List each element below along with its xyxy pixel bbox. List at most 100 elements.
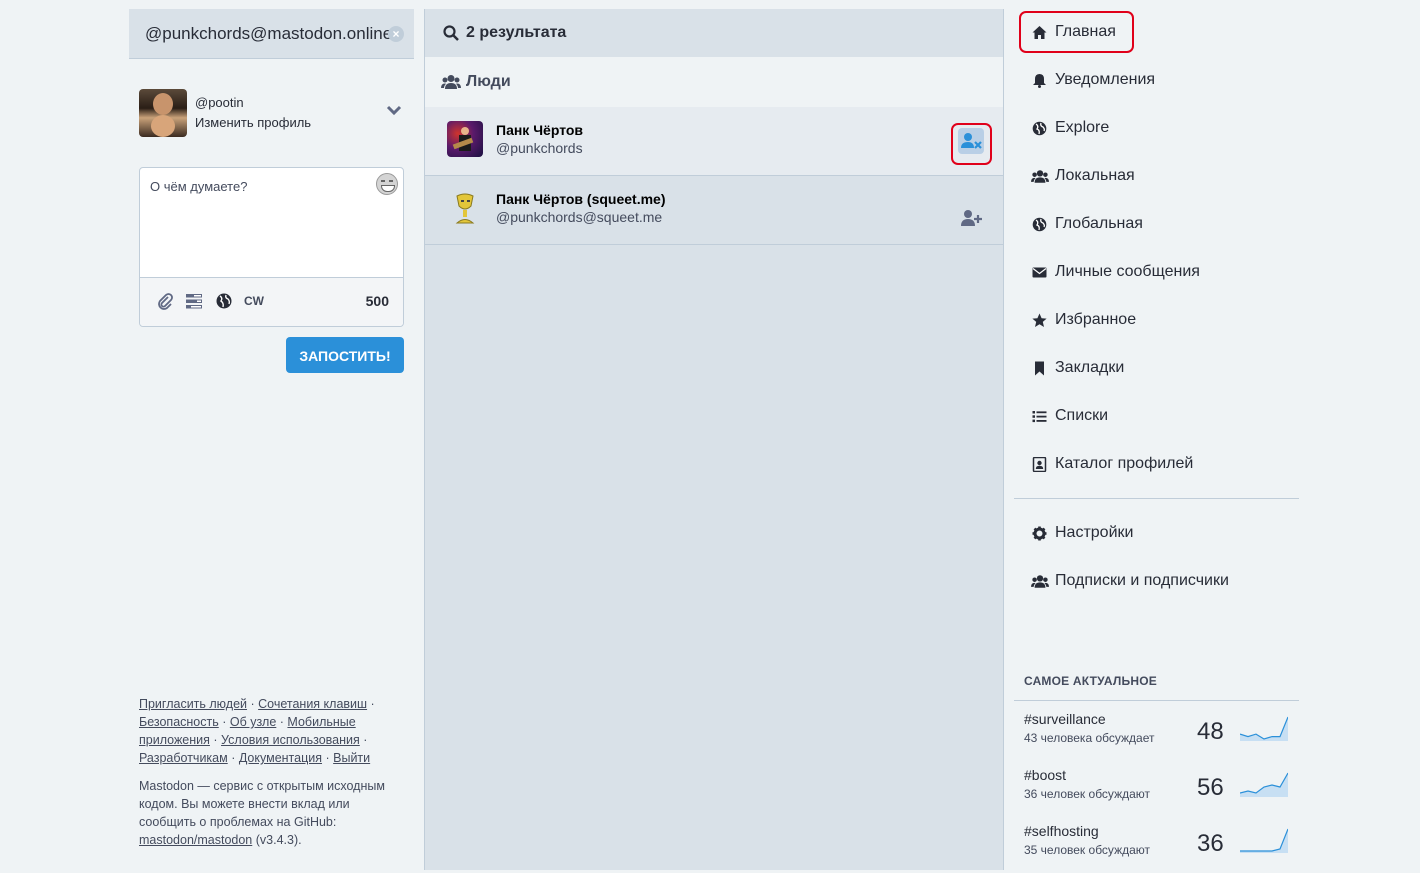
account-avatar[interactable]: [447, 121, 483, 157]
nav-lists[interactable]: Списки: [1022, 400, 1302, 432]
bookmark-icon: [1035, 361, 1044, 376]
account-name[interactable]: Панк Чёртов: [496, 122, 583, 138]
nav-profile-directory[interactable]: Каталог профилей: [1022, 448, 1302, 480]
nav-label: Локальная: [1055, 167, 1135, 184]
nav-favourites[interactable]: Избранное: [1022, 304, 1302, 336]
nav-local[interactable]: Локальная: [1022, 160, 1302, 192]
trend-sparkline: [1240, 716, 1288, 741]
trend-item[interactable]: #selfhosting 35 человек обсуждают 36: [1024, 823, 1304, 873]
nav-explore[interactable]: Explore: [1022, 112, 1302, 144]
nav-label: Уведомления: [1055, 71, 1156, 88]
trend-sparkline: [1240, 772, 1288, 797]
gear-icon: [1032, 526, 1047, 541]
nav-label: Каталог профилей: [1055, 455, 1194, 472]
trend-tag[interactable]: #boost: [1024, 767, 1066, 783]
globe-icon: [1032, 217, 1047, 232]
results-header: 2 результата: [425, 9, 1003, 57]
nav-label: Избранное: [1055, 311, 1137, 328]
people-section-label: Люди: [466, 73, 511, 90]
trend-count: 36: [1197, 830, 1224, 857]
search-box[interactable]: @punkchords@mastodon.online ×: [129, 9, 414, 59]
sparkline-line: [1240, 828, 1288, 852]
footer-link-security[interactable]: Безопасность: [139, 715, 219, 729]
compose-textarea[interactable]: О чём думаете?: [150, 179, 247, 194]
address-book-icon: [1032, 457, 1047, 472]
trend-count: 48: [1197, 718, 1224, 745]
footer-link-docs[interactable]: Документация: [239, 751, 322, 765]
highlight-home: [1019, 11, 1134, 53]
footer-link-terms[interactable]: Условия использования: [221, 733, 360, 747]
compose-toolbar: CW 500: [140, 277, 403, 326]
version-text: (v3.4.3).: [255, 833, 302, 847]
people-section-header: Люди: [425, 57, 1003, 108]
star-icon: [1032, 313, 1047, 327]
users-icon: [1031, 170, 1049, 183]
follow-icon[interactable]: [960, 209, 982, 227]
account-avatar[interactable]: [447, 190, 483, 226]
account-handle: @punkchords@squeet.me: [496, 209, 663, 225]
account-result[interactable]: Панк Чёртов (squeet.me) @punkchords@sque…: [425, 176, 1003, 245]
profile-handle[interactable]: @pootin: [195, 95, 244, 110]
nav-label: Списки: [1055, 407, 1109, 424]
footer-link-invite[interactable]: Пригласить людей: [139, 697, 247, 711]
poll-icon[interactable]: [185, 292, 203, 310]
footer-link-hotkeys[interactable]: Сочетания клавиш: [258, 697, 367, 711]
globe-icon[interactable]: [215, 292, 233, 310]
account-result[interactable]: Панк Чёртов @punkchords: [425, 107, 1003, 176]
emoji-picker-icon[interactable]: [376, 173, 398, 195]
about-text: Mastodon — сервис с открытым исходным ко…: [139, 779, 385, 829]
envelope-icon: [1032, 267, 1047, 278]
users-icon: [441, 75, 461, 89]
account-name[interactable]: Панк Чёртов (squeet.me): [496, 191, 665, 207]
users-icon: [1031, 575, 1049, 588]
search-results-column: 2 результата Люди Панк Чёртов @punkchord…: [424, 9, 1004, 870]
trend-sparkline: [1240, 828, 1288, 853]
footer-about: Mastodon — сервис с открытым исходным ко…: [139, 777, 407, 849]
globe-icon: [1032, 121, 1047, 136]
highlight-unfollow: [951, 123, 992, 165]
nav-federated[interactable]: Глобальная: [1022, 208, 1302, 240]
results-count: 2 результата: [466, 24, 567, 41]
footer-links: Пригласить людей · Сочетания клавиш · Бе…: [139, 697, 375, 765]
nav-notifications[interactable]: Уведомления: [1022, 64, 1302, 96]
nav-bookmarks[interactable]: Закладки: [1022, 352, 1302, 384]
sparkline-line: [1240, 716, 1288, 740]
content-warning-button[interactable]: CW: [244, 294, 264, 308]
trend-tag[interactable]: #surveillance: [1024, 711, 1106, 727]
nav-label: Explore: [1055, 119, 1110, 136]
trend-item[interactable]: #surveillance 43 человека обсуждает 48: [1024, 711, 1304, 761]
sparkline-area: [1240, 829, 1288, 853]
character-counter: 500: [365, 293, 389, 309]
nav-direct-messages[interactable]: Личные сообщения: [1022, 256, 1302, 288]
publish-button[interactable]: ЗАПОСТИТЬ!: [286, 337, 404, 373]
paperclip-icon[interactable]: [156, 292, 174, 310]
trend-item[interactable]: #boost 36 человек обсуждают 56: [1024, 767, 1304, 817]
trend-count: 56: [1197, 774, 1224, 801]
footer-link-developers[interactable]: Разработчикам: [139, 751, 228, 765]
trend-people: 36 человек обсуждают: [1024, 787, 1150, 801]
nav-label: Настройки: [1055, 524, 1134, 541]
close-circle-icon[interactable]: ×: [388, 26, 404, 42]
sparkline-area: [1240, 717, 1288, 741]
trend-tag[interactable]: #selfhosting: [1024, 823, 1099, 839]
trends-divider: [1014, 700, 1299, 701]
trend-people: 43 человека обсуждает: [1024, 731, 1155, 745]
compose-form: О чём думаете? CW 500: [139, 167, 404, 327]
avatar[interactable]: [139, 89, 187, 137]
nav-settings[interactable]: Настройки: [1022, 517, 1302, 549]
search-input[interactable]: @punkchords@mastodon.online: [145, 24, 392, 44]
nav-label: Личные сообщения: [1055, 263, 1200, 280]
nav-follows-and-followers[interactable]: Подписки и подписчики: [1022, 565, 1302, 597]
edit-profile-link[interactable]: Изменить профиль: [195, 115, 311, 130]
footer-link-about[interactable]: Об узле: [230, 715, 276, 729]
nav-label: Подписки и подписчики: [1055, 572, 1229, 589]
list-icon: [1032, 411, 1047, 423]
trend-people: 35 человек обсуждают: [1024, 843, 1150, 857]
repo-link[interactable]: mastodon/mastodon: [139, 833, 252, 847]
footer-link-logout[interactable]: Выйти: [333, 751, 370, 765]
nav-divider: [1014, 498, 1299, 499]
trends-title: САМОЕ АКТУАЛЬНОЕ: [1024, 674, 1157, 688]
bell-icon: [1033, 74, 1046, 88]
nav-label: Закладки: [1055, 359, 1125, 376]
chevron-down-icon[interactable]: [385, 103, 403, 117]
